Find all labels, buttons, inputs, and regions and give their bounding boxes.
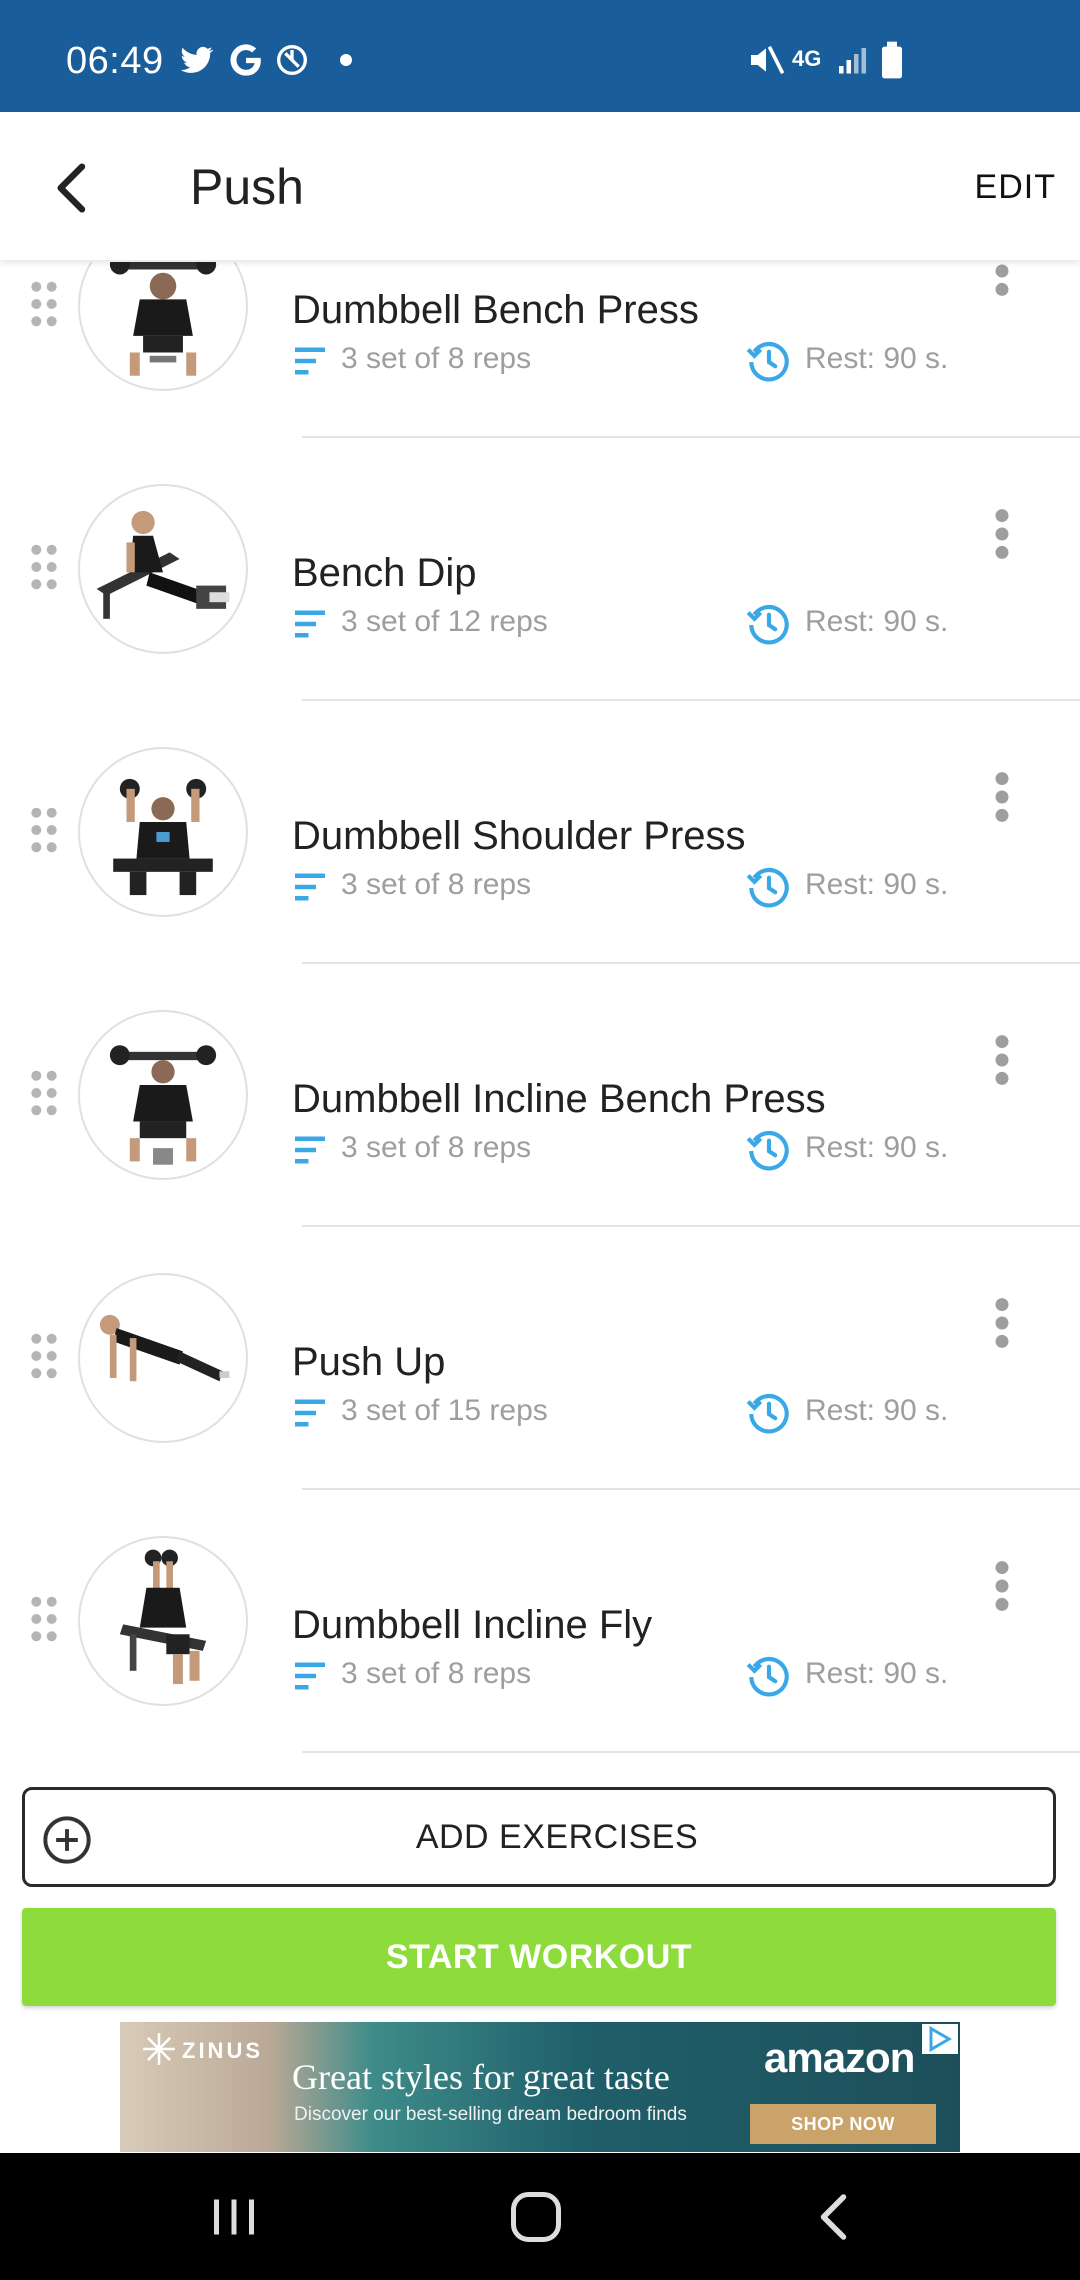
divider xyxy=(302,962,1080,964)
status-time: 06:49 xyxy=(66,40,164,82)
app-bar: Push EDIT xyxy=(0,112,1080,260)
list-item[interactable]: Push Up 3 set of 15 reps Rest: 90 s. xyxy=(0,1230,1080,1493)
edit-button[interactable]: EDIT xyxy=(975,168,1056,207)
ad-subtext: Discover our best-selling dream bedroom … xyxy=(294,2104,687,2125)
exercise-name: Dumbbell Incline Fly xyxy=(292,1603,653,1647)
status-bar: 06:49 4G xyxy=(0,0,1080,112)
exercise-name: Dumbbell Incline Bench Press xyxy=(292,1077,826,1121)
ad-shop-now-button[interactable]: SHOP NOW xyxy=(750,2104,936,2144)
rest-timer-icon xyxy=(746,1656,789,1697)
ad-banner[interactable]: ZINUS Great styles for great taste Disco… xyxy=(120,2022,960,2152)
exercise-thumbnail xyxy=(78,1010,248,1180)
exercise-sets: 3 set of 8 reps xyxy=(341,1657,532,1690)
more-options-icon[interactable] xyxy=(990,1297,1014,1349)
signal-icon xyxy=(839,48,866,74)
rest-timer-icon xyxy=(746,867,789,908)
sets-icon xyxy=(295,1136,325,1164)
google-icon xyxy=(230,44,261,76)
app-notification-icon xyxy=(277,45,307,75)
exercise-name: Push Up xyxy=(292,1340,446,1384)
add-exercises-button[interactable]: ADD EXERCISES xyxy=(22,1787,1056,1887)
more-options-icon[interactable] xyxy=(990,1560,1014,1612)
zinus-logo-icon xyxy=(143,2033,175,2065)
exercise-thumbnail xyxy=(78,484,248,654)
page-title: Push xyxy=(190,159,304,215)
rest-timer-icon xyxy=(746,604,789,645)
twitter-icon xyxy=(180,46,214,73)
drag-handle-icon[interactable] xyxy=(28,805,60,855)
exercise-rest: Rest: 90 s. xyxy=(805,1657,949,1690)
drag-handle-icon[interactable] xyxy=(28,1331,60,1381)
drag-handle-icon[interactable] xyxy=(28,1594,60,1644)
list-item[interactable]: Dumbbell Shoulder Press 3 set of 8 reps … xyxy=(0,704,1080,967)
sets-icon xyxy=(295,873,325,901)
exercise-thumbnail xyxy=(78,262,248,391)
rest-timer-icon xyxy=(746,1393,789,1434)
exercise-thumbnail xyxy=(78,1536,248,1706)
divider xyxy=(302,1751,1080,1753)
exercise-name: Dumbbell Bench Press xyxy=(292,288,699,332)
rest-timer-icon xyxy=(746,1130,789,1171)
list-item[interactable]: Bench Dip 3 set of 12 reps Rest: 90 s. xyxy=(0,441,1080,704)
sets-icon xyxy=(295,610,325,638)
list-item[interactable]: Dumbbell Incline Fly 3 set of 8 reps Res… xyxy=(0,1493,1080,1756)
back-button[interactable] xyxy=(42,156,106,220)
more-options-icon[interactable] xyxy=(990,1034,1014,1086)
list-item[interactable]: Dumbbell Incline Bench Press 3 set of 8 … xyxy=(0,967,1080,1230)
exercise-name: Dumbbell Shoulder Press xyxy=(292,814,746,858)
drag-handle-icon[interactable] xyxy=(28,279,60,329)
drag-handle-icon[interactable] xyxy=(28,542,60,592)
exercise-sets: 3 set of 8 reps xyxy=(341,868,532,901)
exercise-name: Bench Dip xyxy=(292,551,477,595)
exercise-rest: Rest: 90 s. xyxy=(805,342,949,375)
sets-icon xyxy=(295,1662,325,1690)
ad-choices-icon[interactable] xyxy=(922,2024,958,2054)
dot-icon xyxy=(340,54,352,66)
exercise-list[interactable]: Dumbbell Bench Press 3 set of 8 reps Res… xyxy=(0,262,1080,1772)
exercise-rest: Rest: 90 s. xyxy=(805,868,949,901)
exercise-rest: Rest: 90 s. xyxy=(805,1394,949,1427)
battery-icon xyxy=(882,41,902,79)
back-nav-icon[interactable] xyxy=(806,2187,866,2247)
start-workout-label: START WORKOUT xyxy=(385,1938,693,1976)
ad-headline: Great styles for great taste xyxy=(292,2057,670,2097)
more-options-icon[interactable] xyxy=(990,262,1014,297)
exercise-sets: 3 set of 12 reps xyxy=(341,605,548,638)
add-exercises-label: ADD EXERCISES xyxy=(415,1818,699,1856)
start-workout-button[interactable]: START WORKOUT xyxy=(22,1908,1056,2006)
divider xyxy=(302,699,1080,701)
exercise-sets: 3 set of 15 reps xyxy=(341,1394,548,1427)
drag-handle-icon[interactable] xyxy=(28,1068,60,1118)
exercise-sets: 3 set of 8 reps xyxy=(341,1131,532,1164)
divider xyxy=(302,436,1080,438)
ad-brand: ZINUS xyxy=(182,2038,263,2063)
divider xyxy=(302,1488,1080,1490)
exercise-thumbnail xyxy=(78,747,248,917)
mute-icon xyxy=(751,45,785,75)
ad-advertiser-logo: amazon xyxy=(764,2034,915,2081)
exercise-sets: 3 set of 8 reps xyxy=(341,342,532,375)
system-nav-bar xyxy=(0,2153,1080,2280)
exercise-rest: Rest: 90 s. xyxy=(805,1131,949,1164)
more-options-icon[interactable] xyxy=(990,771,1014,823)
divider xyxy=(302,1225,1080,1227)
list-item[interactable]: Dumbbell Bench Press 3 set of 8 reps Res… xyxy=(0,262,1080,441)
sets-icon xyxy=(295,1399,325,1427)
exercise-thumbnail xyxy=(78,1273,248,1443)
rest-timer-icon xyxy=(746,341,789,382)
exercise-rest: Rest: 90 s. xyxy=(805,605,949,638)
recent-apps-icon[interactable] xyxy=(204,2187,264,2247)
more-options-icon[interactable] xyxy=(990,508,1014,560)
4g-lte-icon: 4G xyxy=(792,46,822,71)
home-icon[interactable] xyxy=(506,2187,566,2247)
sets-icon xyxy=(295,347,325,375)
